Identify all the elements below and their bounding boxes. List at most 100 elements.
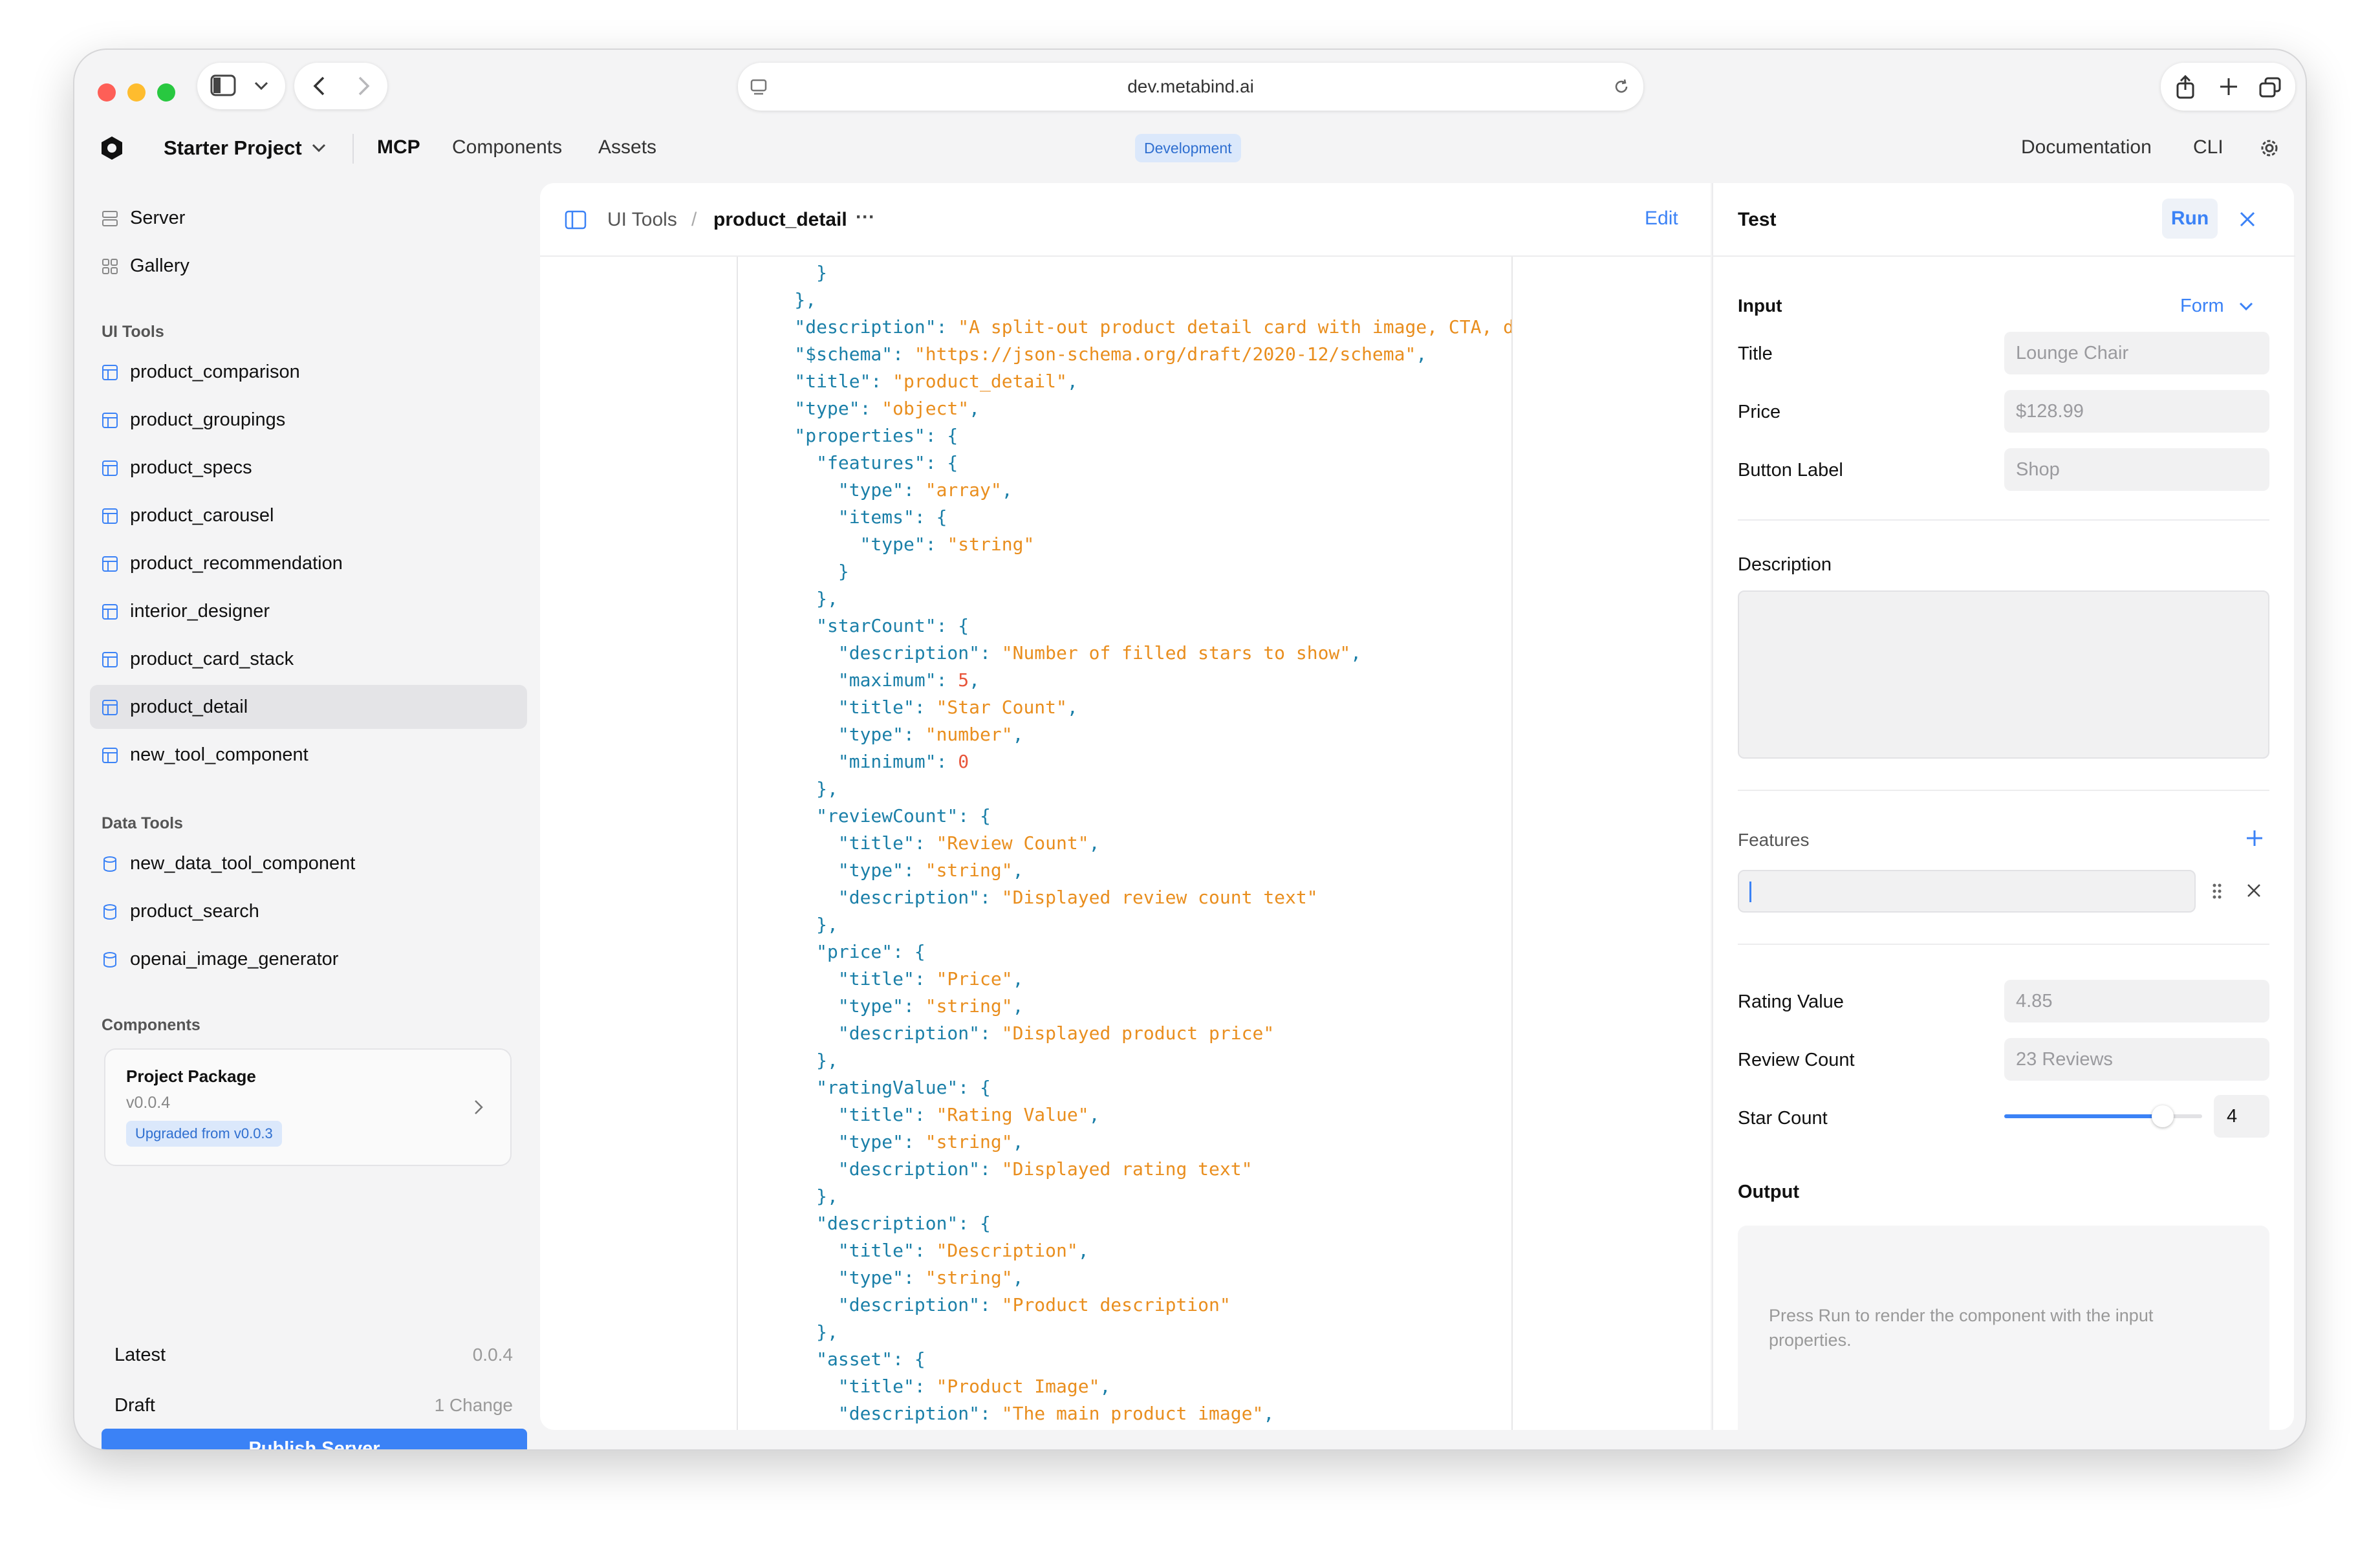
sidebar-item-interior-designer[interactable]: interior_designer xyxy=(90,589,527,633)
edit-button[interactable]: Edit xyxy=(1645,208,1678,230)
table-icon xyxy=(102,603,118,620)
tab-assets[interactable]: Assets xyxy=(598,136,656,158)
code-line: "description": "Displayed product price" xyxy=(751,1020,1511,1047)
sidebar-item-product-recommendation[interactable]: product_recommendation xyxy=(90,541,527,585)
code-token: "Displayed rating text" xyxy=(1001,1158,1253,1180)
code-token: "array" xyxy=(925,479,1002,501)
code-token: "type": xyxy=(751,479,925,501)
new-tab-icon[interactable] xyxy=(2219,77,2238,96)
code-token: "title": xyxy=(751,371,893,392)
sidebar-item-new-data-tool-component[interactable]: new_data_tool_component xyxy=(90,841,527,885)
project-selector[interactable]: Starter Project xyxy=(164,136,302,160)
browser-window: dev.metabind.ai Starter Project MCP Comp… xyxy=(73,49,2307,1451)
form-chevron-icon[interactable] xyxy=(2238,301,2254,312)
code-token: "Description" xyxy=(936,1240,1078,1261)
output-hint: Press Run to render the component with t… xyxy=(1769,1306,2154,1350)
package-card[interactable]: Project Package v0.0.4 Upgraded from v0.… xyxy=(104,1048,512,1166)
features-label: Features xyxy=(1738,830,1810,850)
slider-thumb[interactable] xyxy=(2151,1105,2174,1127)
address-bar[interactable]: dev.metabind.ai xyxy=(738,63,1643,111)
tab-components[interactable]: Components xyxy=(452,136,562,158)
breadcrumb-parent[interactable]: UI Tools xyxy=(607,209,677,231)
share-icon[interactable] xyxy=(2175,74,2196,99)
code-token: "object" xyxy=(882,398,969,419)
sidebar-item-openai-image-generator[interactable]: openai_image_generator xyxy=(90,937,527,981)
code-viewport[interactable]: } }, "description": "A split-out product… xyxy=(737,257,1513,1430)
back-icon[interactable] xyxy=(311,76,328,96)
app-logo-icon[interactable] xyxy=(100,135,124,161)
sidebar-item-product-groupings[interactable]: product_groupings xyxy=(90,398,527,442)
feature-input[interactable] xyxy=(1738,870,2196,913)
latest-version: 0.0.4 xyxy=(472,1345,513,1365)
code-token: "A split-out product detail card with im… xyxy=(958,316,1513,338)
code-line: "title": "Description", xyxy=(751,1237,1511,1264)
zoom-window-button[interactable] xyxy=(157,83,175,102)
publish-server-button[interactable]: Publish Server xyxy=(102,1429,527,1449)
price-input[interactable]: $128.99 xyxy=(2004,390,2269,433)
code-line: } xyxy=(751,558,1511,585)
button-label-input[interactable]: Shop xyxy=(2004,448,2269,491)
code-token: "description": xyxy=(751,887,1002,908)
code-line: }, xyxy=(751,1047,1511,1074)
drag-handle-icon[interactable] xyxy=(2211,882,2223,901)
cli-link[interactable]: CLI xyxy=(2193,136,2223,158)
sidebar-item-product-specs[interactable]: product_specs xyxy=(90,446,527,490)
forward-icon[interactable] xyxy=(355,76,372,96)
title-input[interactable]: Lounge Chair xyxy=(2004,332,2269,374)
run-button[interactable]: Run xyxy=(2162,199,2218,239)
code-token: }, xyxy=(751,1185,838,1207)
code-token: "Price" xyxy=(936,968,1013,990)
tab-overview-icon[interactable] xyxy=(2259,77,2281,98)
sidebar-item-product-search[interactable]: product_search xyxy=(90,889,527,933)
sidebar-item-label: openai_image_generator xyxy=(130,948,339,969)
sidebar-item-product-comparison[interactable]: product_comparison xyxy=(90,350,527,394)
editor-panel: UI Tools / product_detail ··· Edit } }, … xyxy=(540,183,1711,1430)
sidebar-item-server[interactable]: Server xyxy=(90,196,527,240)
test-panel: Test Run Input Form Title Lounge Chair P… xyxy=(1712,183,2295,1430)
tab-mcp[interactable]: MCP xyxy=(377,136,420,158)
sidebar-item-label: Gallery xyxy=(130,255,189,276)
sidebar-item-product-carousel[interactable]: product_carousel xyxy=(90,493,527,537)
code-token: "type": xyxy=(751,1267,925,1288)
form-toggle[interactable]: Form xyxy=(2180,296,2224,317)
project-chevron-icon[interactable] xyxy=(311,142,327,155)
more-options-button[interactable]: ··· xyxy=(856,206,875,228)
gear-icon[interactable] xyxy=(2258,136,2281,160)
panel-toggle-icon[interactable] xyxy=(565,210,587,230)
sidebar-item-product-detail[interactable]: product_detail xyxy=(90,685,527,729)
minimize-window-button[interactable] xyxy=(127,83,146,102)
documentation-link[interactable]: Documentation xyxy=(2021,136,2152,158)
code-token: "description": xyxy=(751,316,958,338)
price-label: Price xyxy=(1738,402,1781,422)
code-token: 0 xyxy=(958,751,969,772)
chevron-down-icon[interactable] xyxy=(253,78,270,94)
gallery-icon xyxy=(102,258,118,275)
sidebar-item-product-card-stack[interactable]: product_card_stack xyxy=(90,637,527,681)
code-line: "description": "Displayed rating text" xyxy=(751,1156,1511,1183)
sidebar-item-gallery[interactable]: Gallery xyxy=(90,244,527,288)
code-line: "description": "Number of filled stars t… xyxy=(751,640,1511,667)
description-textarea[interactable] xyxy=(1738,590,2269,759)
code-token: "Rating Value" xyxy=(936,1104,1089,1125)
code-token: , xyxy=(1066,371,1078,392)
rating-value-input[interactable]: 4.85 xyxy=(2004,980,2269,1022)
star-count-input[interactable]: 4 xyxy=(2214,1095,2269,1138)
add-feature-icon[interactable] xyxy=(2245,828,2264,848)
description-label: Description xyxy=(1738,554,1832,575)
table-icon xyxy=(102,508,118,525)
rating-value-label: Rating Value xyxy=(1738,991,1844,1012)
reload-icon[interactable] xyxy=(1612,78,1630,96)
code-token: }, xyxy=(751,778,838,799)
star-count-slider[interactable] xyxy=(2004,1095,2202,1138)
remove-feature-icon[interactable] xyxy=(2246,883,2262,898)
close-icon[interactable] xyxy=(2238,210,2256,228)
code-token: "title": xyxy=(751,832,936,854)
code-token: , xyxy=(1012,995,1024,1017)
sidebar-item-new-tool-component[interactable]: new_tool_component xyxy=(90,733,527,777)
review-count-input[interactable]: 23 Reviews xyxy=(2004,1038,2269,1081)
code-token: , xyxy=(1012,1131,1024,1152)
draft-changes: 1 Change xyxy=(434,1395,513,1415)
sidebar-toggle-icon[interactable] xyxy=(210,74,236,96)
test-title: Test xyxy=(1738,209,1777,230)
close-window-button[interactable] xyxy=(98,83,116,102)
